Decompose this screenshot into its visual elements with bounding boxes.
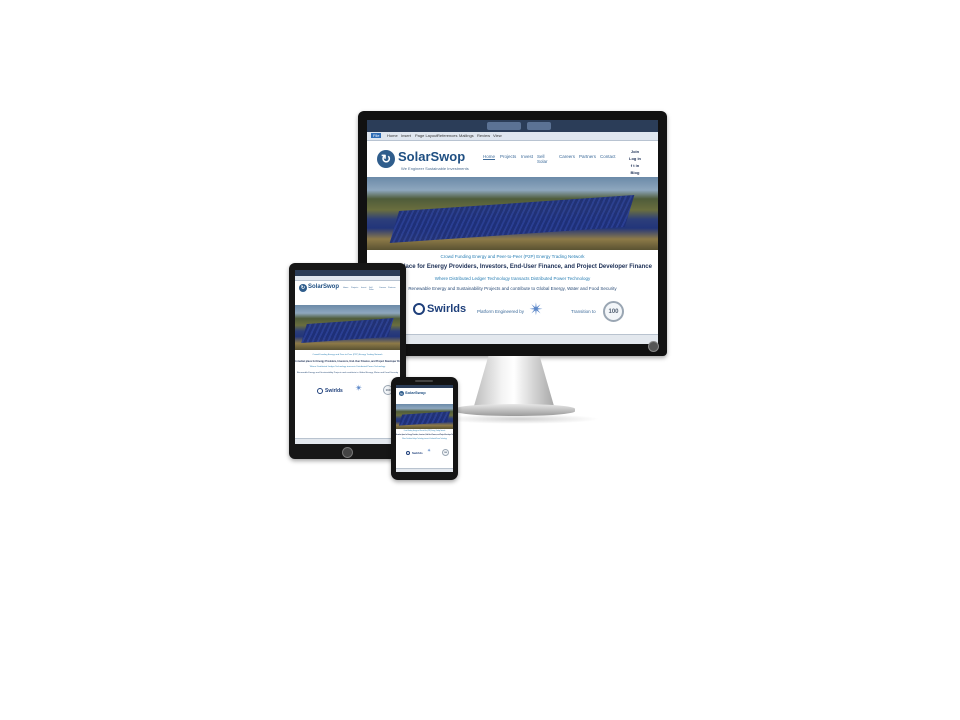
brand-name[interactable]: SolarSwop [308, 284, 339, 290]
refresh-arrows-icon[interactable]: ↻ [377, 150, 395, 168]
power-button-icon[interactable] [648, 341, 659, 352]
monitor-screen: File Home Insert Page Layout References … [367, 120, 658, 344]
headline-marketplace: A market place for Energy Providers, Inv… [295, 360, 400, 363]
hero-solar-farm-image [367, 177, 658, 250]
brand-name[interactable]: SolarSwop [398, 149, 465, 164]
headline-ledger: Where Distributed Ledger Technology tran… [434, 276, 591, 281]
badge-value: 100 [608, 308, 619, 315]
headline-crowdfunding: Crowd Funding Energy and Peer-to-Peer (P… [312, 354, 383, 356]
refresh-arrows-icon[interactable]: ↻ [399, 391, 404, 396]
phone-title-bar [396, 385, 453, 388]
swirlds-label: Swirlds [427, 303, 467, 315]
menu-references[interactable]: References [437, 133, 457, 138]
star-compass-icon[interactable]: ✴ [529, 300, 543, 320]
menu-page-layout[interactable]: Page Layout [415, 133, 437, 138]
nav-invest[interactable]: Invest [521, 154, 533, 159]
swirlds-logo[interactable]: Swirlds [317, 388, 343, 394]
social-icons[interactable]: f t in [629, 162, 641, 169]
tablet-device: ↻ SolarSwop Home Projects Invest Sell So… [289, 263, 406, 459]
phone-screen: ↻ SolarSwop Crowd Funding Energy and Pee… [396, 385, 453, 472]
star-compass-icon[interactable]: ✴ [355, 383, 363, 394]
hero-solar-farm-image [396, 404, 453, 429]
headline-crowdfunding: Crowd Funding Energy and Peer-to-Peer (P… [440, 254, 585, 259]
nav-careers[interactable]: Careers [379, 287, 386, 289]
nav-contact[interactable]: Contact [600, 154, 616, 159]
swirlds-label: Swirlds [412, 451, 423, 455]
refresh-arrows-icon[interactable]: ↻ [299, 284, 307, 292]
nav-careers[interactable]: Careers [559, 154, 575, 159]
window-title-bar [367, 120, 658, 132]
brand-tagline: We Engineer Sustainable Investments [401, 166, 469, 171]
nav-home[interactable]: Home [483, 154, 495, 159]
headline-marketplace: A market place for Energy Providers, Inv… [373, 264, 652, 270]
tablet-screen: ↻ SolarSwop Home Projects Invest Sell So… [295, 270, 400, 444]
tablet-menu-bar [295, 276, 400, 281]
menu-mailings[interactable]: Mailings [459, 133, 474, 138]
blog-link[interactable]: Blog [629, 169, 641, 176]
nav-partners[interactable]: Partners [579, 154, 596, 159]
nav-sell-solar[interactable]: Sell Solar [537, 154, 548, 164]
badge-value: 100 [385, 388, 391, 392]
nav-invest[interactable]: Invest [361, 287, 366, 289]
solar-panels-graphic [389, 195, 635, 243]
headline-renewable: Renewable Energy and Sustainability Proj… [296, 372, 399, 374]
menu-review[interactable]: Review [477, 133, 490, 138]
nav-home[interactable]: Home [343, 287, 348, 289]
100-badge-icon[interactable]: 100 [442, 449, 449, 456]
menu-bar: File Home Insert Page Layout References … [367, 132, 658, 141]
menu-insert[interactable]: Insert [401, 133, 411, 138]
nav-projects[interactable]: Projects [500, 154, 516, 159]
menu-view[interactable]: View [493, 133, 502, 138]
engineered-by-label: Platform Engineered by [477, 309, 525, 314]
headline-ledger: Where Distributed Ledger Technology tran… [402, 439, 447, 440]
star-compass-icon[interactable]: ✴ [427, 448, 431, 454]
swirl-icon [317, 388, 323, 394]
transition-label: Transition to [571, 309, 596, 314]
window-tab[interactable] [487, 122, 521, 130]
hero-solar-farm-image [295, 305, 400, 350]
menu-file[interactable]: File [371, 133, 382, 138]
monitor-stand [474, 356, 554, 406]
swirlds-logo[interactable]: Swirlds [413, 303, 466, 315]
headline-renewable: Renewable Energy and Sustainability Proj… [408, 286, 617, 291]
brand-name[interactable]: SolarSwop [405, 390, 426, 395]
headline-crowdfunding: Crowd Funding Energy and Peer-to-Peer (P… [403, 431, 446, 432]
status-bar [396, 468, 453, 472]
account-links: Join Log in f t in Blog [629, 148, 641, 176]
nav-projects[interactable]: Projects [351, 287, 358, 289]
join-link[interactable]: Join [629, 148, 641, 155]
speaker-grille [415, 380, 433, 382]
headline-marketplace: A market place for Energy Providers, Inv… [396, 435, 453, 436]
nav-sell-solar[interactable]: Sell Solar [369, 287, 374, 291]
swirlds-logo[interactable]: Swirlds [406, 451, 423, 455]
swirl-icon [406, 451, 410, 455]
home-button-icon[interactable] [342, 447, 353, 458]
monitor-base [455, 404, 575, 416]
status-bar [295, 438, 400, 444]
badge-value: 100 [443, 451, 448, 454]
menu-home[interactable]: Home [387, 133, 398, 138]
headline-ledger: Where Distributed Ledger Technology tran… [309, 366, 386, 368]
nav-partners[interactable]: Partners [388, 287, 396, 289]
status-bar [367, 334, 658, 344]
100-badge-icon[interactable]: 100 [603, 301, 624, 322]
swirlds-label: Swirlds [325, 388, 343, 394]
phone-device: ↻ SolarSwop Crowd Funding Energy and Pee… [391, 377, 458, 480]
solar-panels-graphic [398, 411, 451, 426]
swirl-icon [413, 303, 425, 315]
window-tab[interactable] [527, 122, 551, 130]
solar-panels-graphic [301, 318, 394, 343]
login-link[interactable]: Log in [629, 155, 641, 162]
